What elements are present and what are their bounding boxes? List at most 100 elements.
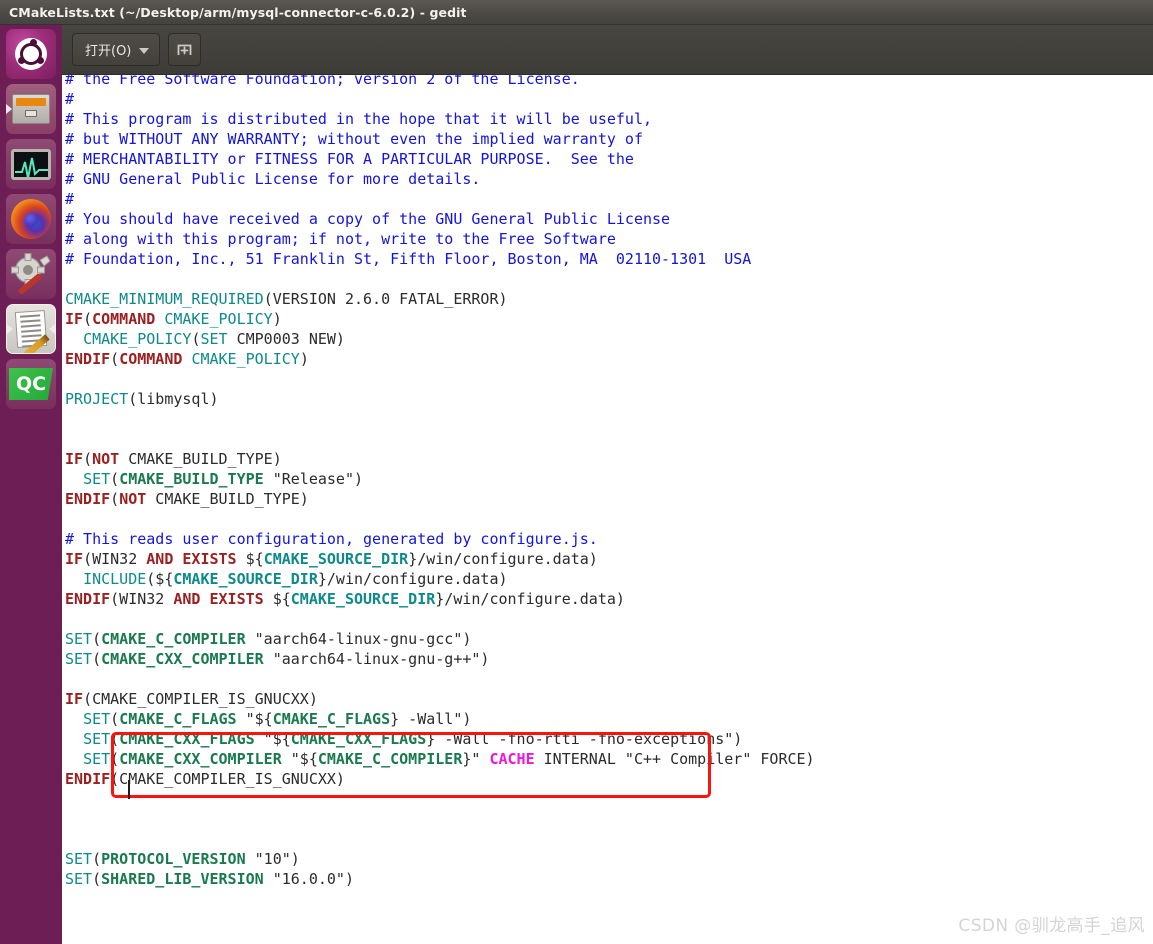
code-token: # along with this program; if not, write… xyxy=(65,230,616,248)
code-token: }/win/configure.data) xyxy=(435,590,625,608)
code-token: ) xyxy=(299,350,309,368)
code-token: }/win/configure.data) xyxy=(408,550,598,568)
code-token: # GNU General Public License for more de… xyxy=(65,170,481,188)
code-token: ENDIF xyxy=(65,490,111,508)
code-token: CMAKE_C_FLAGS xyxy=(119,710,237,728)
new-document-button[interactable] xyxy=(168,33,202,66)
code-editor-area[interactable]: # the Free Software Foundation; version … xyxy=(62,75,1153,944)
code-token: "Release") xyxy=(263,470,364,488)
code-line: # the Free Software Foundation; version … xyxy=(65,75,815,89)
code-token: ENDIF xyxy=(65,350,111,368)
code-token: ${ xyxy=(263,590,291,608)
file-cabinet-icon xyxy=(12,94,50,124)
code-token: # This program is distributed in the hop… xyxy=(65,110,652,128)
code-token: CMAKE_CXX_FLAGS xyxy=(119,730,255,748)
code-token: CMAKE_POLICY xyxy=(191,350,300,368)
window-title: CMakeLists.txt (~/Desktop/arm/mysql-conn… xyxy=(9,4,467,20)
open-button-label: 打开(O) xyxy=(85,44,132,59)
code-token: (VERSION 2.6.0 FATAL_ERROR) xyxy=(263,290,508,308)
gedit-toolbar: 打开(O) xyxy=(62,25,1153,75)
code-token: # Foundation, Inc., 51 Franklin St, Fift… xyxy=(65,250,752,268)
code-token: IF xyxy=(65,690,84,708)
code-token: # xyxy=(65,190,75,208)
code-token: CMAKE_C_COMPILER xyxy=(317,750,463,768)
code-token: CMAKE_CXX_COMPILER xyxy=(101,650,264,668)
launcher-item-ubuntu-dash[interactable] xyxy=(6,29,56,79)
code-line: SET(CMAKE_C_COMPILER "aarch64-linux-gnu-… xyxy=(65,629,815,649)
code-token: } -Wall -fno-rtti -fno-exceptions") xyxy=(426,730,743,748)
open-file-button[interactable]: 打开(O) xyxy=(72,33,161,66)
code-token: PROJECT xyxy=(65,390,129,408)
code-token: }/win/configure.data) xyxy=(317,570,508,588)
code-token: ( xyxy=(83,310,93,328)
code-token: ( xyxy=(92,850,102,868)
code-token: ENDIF xyxy=(65,770,111,788)
code-token: PROTOCOL_VERSION xyxy=(101,850,246,868)
code-line: SET(CMAKE_CXX_COMPILER "${CMAKE_C_COMPIL… xyxy=(65,749,815,769)
code-token: CMAKE_SOURCE_DIR xyxy=(290,590,436,608)
code-token: COMMAND xyxy=(92,310,156,328)
code-token: ( xyxy=(110,490,120,508)
code-token: ( xyxy=(92,870,102,888)
code-token: CMAKE_BUILD_TYPE) xyxy=(146,490,309,508)
code-line: SET(CMAKE_BUILD_TYPE "Release") xyxy=(65,469,815,489)
code-token: # but WITHOUT ANY WARRANTY; without even… xyxy=(65,130,643,148)
launcher-active-arrow-right xyxy=(49,324,55,334)
code-token: ( xyxy=(92,650,102,668)
code-line: # but WITHOUT ANY WARRANTY; without even… xyxy=(65,129,815,149)
code-token: CMAKE_CXX_FLAGS xyxy=(290,730,427,748)
launcher-item-qc[interactable]: QC xyxy=(6,359,56,409)
launcher-item-gedit[interactable] xyxy=(6,304,56,354)
code-token: CMAKE_SOURCE_DIR xyxy=(263,550,409,568)
desktop-screen: CMakeLists.txt (~/Desktop/arm/mysql-conn… xyxy=(0,0,1153,944)
code-token: } -Wall") xyxy=(390,710,472,728)
launcher-item-system-monitor[interactable] xyxy=(6,139,56,189)
code-line: CMAKE_MINIMUM_REQUIRED(VERSION 2.6.0 FAT… xyxy=(65,289,815,309)
heart-monitor-icon xyxy=(11,148,51,180)
window-titlebar: CMakeLists.txt (~/Desktop/arm/mysql-conn… xyxy=(0,0,1153,25)
code-token: IF xyxy=(65,450,84,468)
launcher-active-arrow-left xyxy=(7,324,13,334)
code-token: SET xyxy=(83,750,111,768)
code-token: # You should have received a copy of the… xyxy=(65,210,671,228)
code-token: ( xyxy=(110,710,120,728)
code-token: # xyxy=(65,90,75,108)
code-token: ) xyxy=(272,310,282,328)
code-token: IF xyxy=(65,310,84,328)
code-token: SET xyxy=(65,650,93,668)
code-line: # GNU General Public License for more de… xyxy=(65,169,815,189)
launcher-item-files[interactable] xyxy=(6,84,56,134)
code-token: CMAKE_C_COMPILER xyxy=(101,630,246,648)
ubuntu-logo-icon xyxy=(15,38,47,70)
code-token: CMAKE_POLICY xyxy=(83,330,192,348)
code-line: # You should have received a copy of the… xyxy=(65,209,815,229)
code-line: SET(CMAKE_CXX_FLAGS "${CMAKE_CXX_FLAGS} … xyxy=(65,729,815,749)
code-token: SET xyxy=(83,470,111,488)
code-content: # the Free Software Foundation; version … xyxy=(65,75,815,889)
code-token: (CMAKE_COMPILER_IS_GNUCXX) xyxy=(110,770,345,788)
code-token: SET xyxy=(83,730,111,748)
code-line: # along with this program; if not, write… xyxy=(65,229,815,249)
code-line: # This program is distributed in the hop… xyxy=(65,109,815,129)
code-token: CMP0003 NEW) xyxy=(227,330,345,348)
launcher-item-firefox[interactable] xyxy=(6,194,56,244)
code-line: SET(CMAKE_CXX_COMPILER "aarch64-linux-gn… xyxy=(65,649,815,669)
code-token: "10") xyxy=(245,850,300,868)
code-token: # MERCHANTABILITY or FITNESS FOR A PARTI… xyxy=(65,150,634,168)
code-line: IF(WIN32 AND EXISTS ${CMAKE_SOURCE_DIR}/… xyxy=(65,549,815,569)
launcher-item-tweak-tool[interactable] xyxy=(6,249,56,299)
code-token: (libmysql) xyxy=(128,390,219,408)
text-cursor xyxy=(128,780,130,799)
csdn-watermark: CSDN @驯龙高手_追风 xyxy=(958,916,1145,936)
